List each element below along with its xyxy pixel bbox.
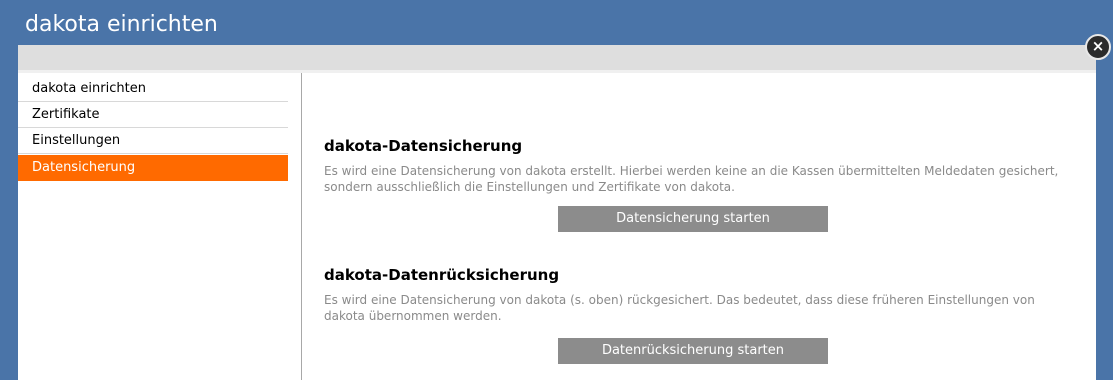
backup-heading: dakota-Datensicherung <box>324 137 523 155</box>
backup-description: Es wird eine Datensicherung von dakota e… <box>324 164 1059 194</box>
sidebar-item-einstellungen[interactable]: Einstellungen <box>18 128 288 154</box>
title-bar: dakota einrichten <box>0 0 1113 45</box>
sidebar-item-dakota-einrichten[interactable]: dakota einrichten <box>18 76 288 102</box>
sidebar-item-zertifikate[interactable]: Zertifikate <box>18 102 288 128</box>
sidebar-item-datensicherung[interactable]: Datensicherung <box>18 155 288 181</box>
window-title: dakota einrichten <box>25 12 218 37</box>
close-icon[interactable]: × <box>1085 34 1111 60</box>
dialog-frame: dakota einrichten Zertifikate Einstellun… <box>18 45 1096 380</box>
main-content: dakota-Datensicherung Es wird eine Daten… <box>302 73 1096 380</box>
toolbar-band <box>18 45 1096 70</box>
sidebar: dakota einrichten Zertifikate Einstellun… <box>18 73 301 380</box>
restore-heading: dakota-Datenrücksicherung <box>324 266 560 284</box>
start-backup-button[interactable]: Datensicherung starten <box>558 206 828 232</box>
start-restore-button[interactable]: Datenrücksicherung starten <box>558 338 828 364</box>
restore-description: Es wird eine Datensicherung von dakota (… <box>324 293 1035 323</box>
